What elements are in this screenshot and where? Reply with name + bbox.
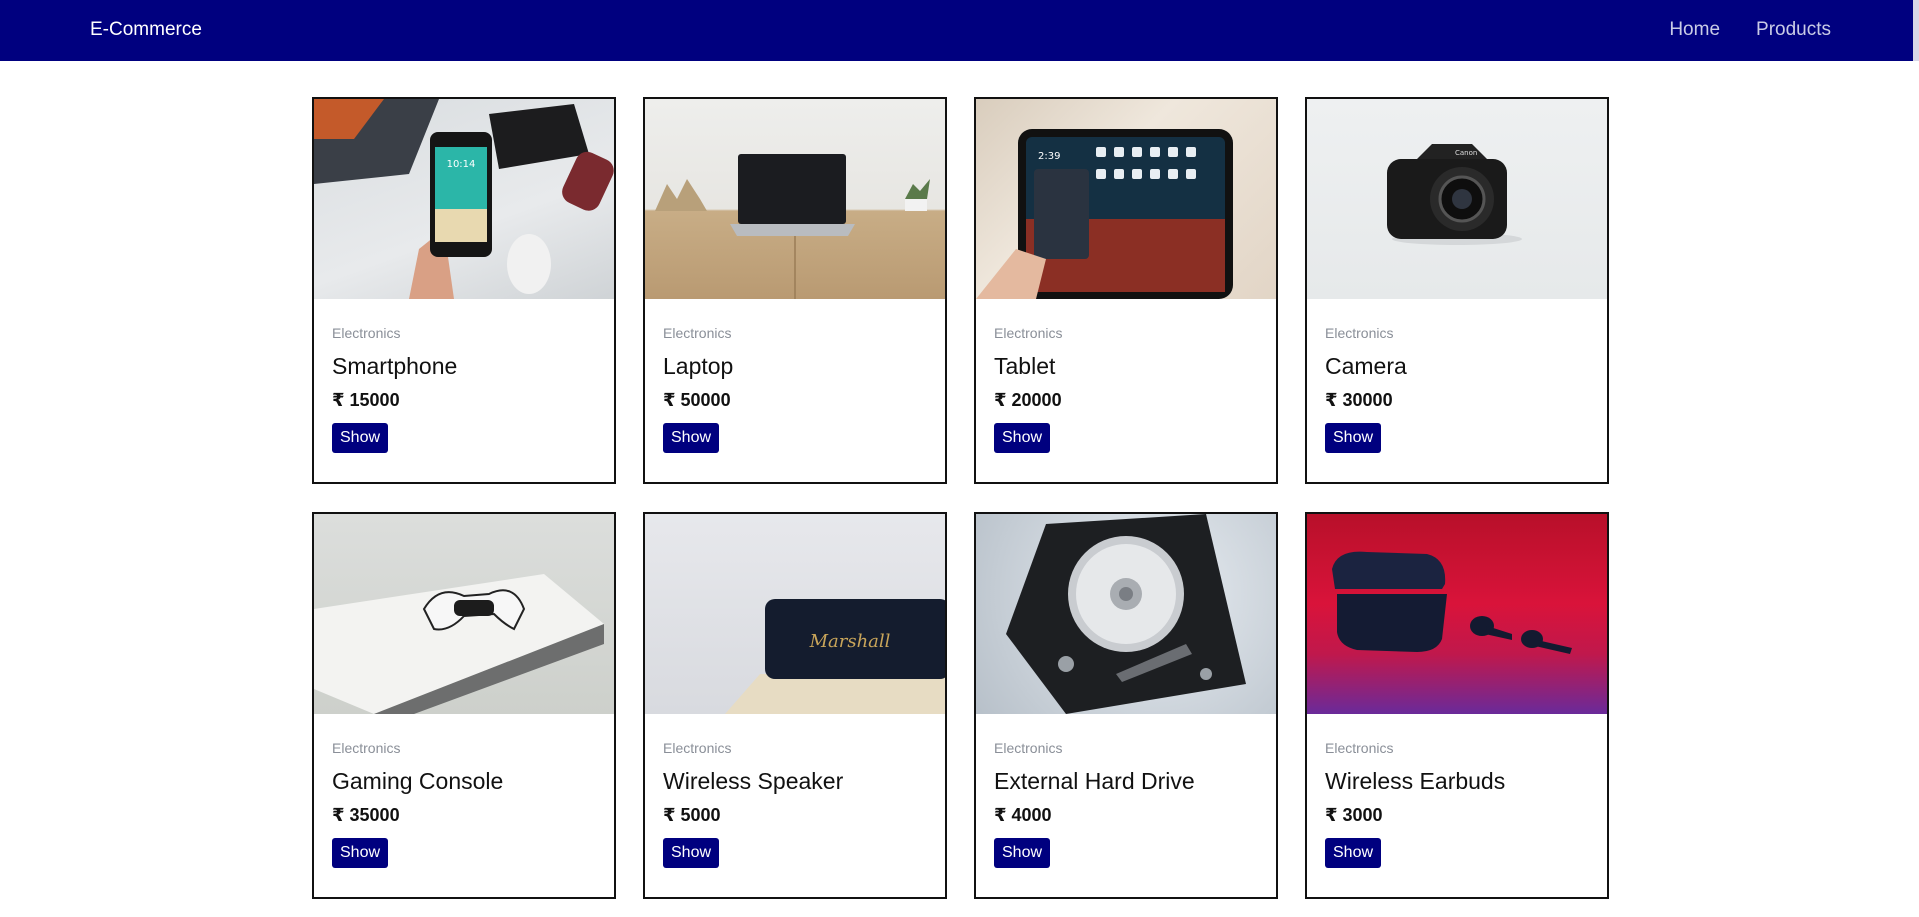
product-category: Electronics bbox=[663, 325, 732, 341]
nav-link-products[interactable]: Products bbox=[1756, 19, 1831, 41]
product-name: External Hard Drive bbox=[994, 768, 1195, 794]
product-card-smartphone: 10:14 Electronics Smartphone ₹ 15000 Sho… bbox=[312, 97, 616, 484]
laptop-image bbox=[645, 99, 945, 299]
navbar: E-Commerce Home Products bbox=[0, 0, 1919, 61]
show-button[interactable]: Show bbox=[332, 423, 389, 453]
product-name: Gaming Console bbox=[332, 768, 504, 794]
product-card-external-hard-drive: Electronics External Hard Drive ₹ 4000 S… bbox=[974, 512, 1278, 899]
product-price: ₹ 5000 bbox=[663, 805, 721, 825]
earbuds-illustration bbox=[1332, 551, 1572, 654]
nav-links: Home Products bbox=[1669, 19, 1831, 41]
product-name: Tablet bbox=[994, 353, 1056, 379]
product-name: Camera bbox=[1325, 353, 1407, 379]
product-category: Electronics bbox=[994, 740, 1063, 756]
smartphone-image: 10:14 bbox=[314, 99, 614, 299]
nav-link-home[interactable]: Home bbox=[1669, 19, 1720, 41]
product-category: Electronics bbox=[1325, 740, 1394, 756]
show-button[interactable]: Show bbox=[663, 423, 720, 453]
wireless-speaker-image: Marshall bbox=[645, 514, 945, 714]
show-button[interactable]: Show bbox=[1325, 838, 1382, 868]
product-card-wireless-earbuds: Electronics Wireless Earbuds ₹ 3000 Show bbox=[1305, 512, 1609, 899]
show-button[interactable]: Show bbox=[663, 838, 720, 868]
tablet-image: 2:39 bbox=[976, 99, 1276, 299]
gaming-console-illustration bbox=[314, 574, 604, 714]
brand-link[interactable]: E-Commerce bbox=[90, 19, 202, 41]
product-category: Electronics bbox=[332, 740, 401, 756]
svg-text:Canon: Canon bbox=[1455, 149, 1477, 157]
svg-text:2:39: 2:39 bbox=[1038, 151, 1060, 162]
product-price: ₹ 4000 bbox=[994, 805, 1052, 825]
product-price: ₹ 30000 bbox=[1325, 390, 1393, 410]
hard-drive-image bbox=[976, 514, 1276, 714]
smartphone-illustration: 10:14 bbox=[314, 99, 614, 299]
product-name: Wireless Earbuds bbox=[1325, 768, 1506, 794]
product-category: Electronics bbox=[663, 740, 732, 756]
product-price: ₹ 35000 bbox=[332, 805, 400, 825]
hard-drive-illustration bbox=[1006, 514, 1246, 714]
wireless-speaker-illustration: Marshall bbox=[725, 599, 945, 714]
laptop-illustration bbox=[655, 154, 930, 299]
show-button[interactable]: Show bbox=[1325, 423, 1382, 453]
gaming-console-image bbox=[314, 514, 614, 714]
speaker-brand-text: Marshall bbox=[809, 631, 891, 652]
product-card-laptop: Electronics Laptop ₹ 50000 Show bbox=[643, 97, 947, 484]
product-name: Smartphone bbox=[332, 353, 458, 379]
show-button[interactable]: Show bbox=[994, 423, 1051, 453]
product-name: Wireless Speaker bbox=[663, 768, 844, 794]
product-card-camera: Canon Electronics Camera ₹ 30000 Show bbox=[1305, 97, 1609, 484]
product-card-wireless-speaker: Marshall Electronics Wireless Speaker ₹ … bbox=[643, 512, 947, 899]
product-card-gaming-console: Electronics Gaming Console ₹ 35000 Show bbox=[312, 512, 616, 899]
product-category: Electronics bbox=[1325, 325, 1394, 341]
scrollbar[interactable] bbox=[1913, 0, 1919, 61]
earbuds-image bbox=[1307, 514, 1607, 714]
product-category: Electronics bbox=[994, 325, 1063, 341]
product-category: Electronics bbox=[332, 325, 401, 341]
product-price: ₹ 20000 bbox=[994, 390, 1062, 410]
show-button[interactable]: Show bbox=[332, 838, 389, 868]
product-price: ₹ 50000 bbox=[663, 390, 731, 410]
product-grid: 10:14 Electronics Smartphone ₹ 15000 Sho… bbox=[312, 97, 1609, 899]
camera-illustration: Canon bbox=[1387, 144, 1522, 245]
product-card-tablet: 2:39 Electronics Tablet ₹ 20000 Show bbox=[974, 97, 1278, 484]
tablet-illustration: 2:39 bbox=[976, 129, 1233, 299]
product-price: ₹ 15000 bbox=[332, 390, 400, 410]
product-price: ₹ 3000 bbox=[1325, 805, 1383, 825]
product-name: Laptop bbox=[663, 353, 734, 379]
camera-image: Canon bbox=[1307, 99, 1607, 299]
svg-text:10:14: 10:14 bbox=[447, 159, 476, 170]
show-button[interactable]: Show bbox=[994, 838, 1051, 868]
